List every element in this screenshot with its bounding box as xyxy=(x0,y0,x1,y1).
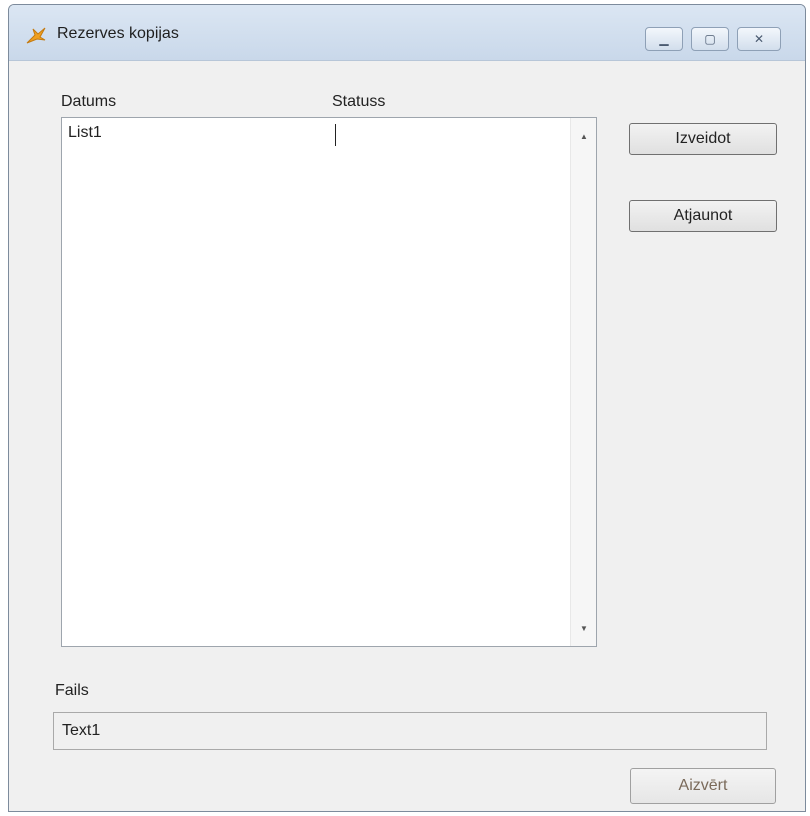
window-content: Datums Statuss List1 ▲ ▼ Izveidot Atjaun… xyxy=(9,61,805,811)
text-caret xyxy=(335,124,336,146)
vertical-scrollbar[interactable]: ▲ ▼ xyxy=(570,118,596,646)
column-header-datums: Datums xyxy=(61,93,117,110)
app-icon xyxy=(26,27,46,44)
restore-backup-button[interactable]: Atjaunot xyxy=(629,200,777,232)
close-icon: ✕ xyxy=(753,32,765,46)
file-field[interactable] xyxy=(53,712,767,750)
maximize-button[interactable]: ▢ xyxy=(691,27,729,51)
column-header-statuss: Statuss xyxy=(332,93,386,110)
scroll-down-icon[interactable]: ▼ xyxy=(571,616,597,640)
close-button[interactable]: Aizvērt xyxy=(630,768,776,804)
list-item[interactable]: List1 xyxy=(68,124,102,142)
minimize-button[interactable]: ▁ xyxy=(645,27,683,51)
create-backup-button[interactable]: Izveidot xyxy=(629,123,777,155)
backup-list[interactable]: List1 ▲ ▼ xyxy=(61,117,597,647)
maximize-icon: ▢ xyxy=(704,32,716,46)
scroll-up-icon[interactable]: ▲ xyxy=(571,124,597,148)
close-window-button[interactable]: ✕ xyxy=(737,27,781,51)
window-title: Rezerves kopijas xyxy=(57,25,179,42)
backup-window: Rezerves kopijas ▁ ▢ ✕ Datums Statuss Li… xyxy=(8,4,806,812)
minimize-icon: ▁ xyxy=(659,32,669,46)
file-label: Fails xyxy=(55,682,89,699)
title-bar[interactable]: Rezerves kopijas ▁ ▢ ✕ xyxy=(9,5,805,61)
